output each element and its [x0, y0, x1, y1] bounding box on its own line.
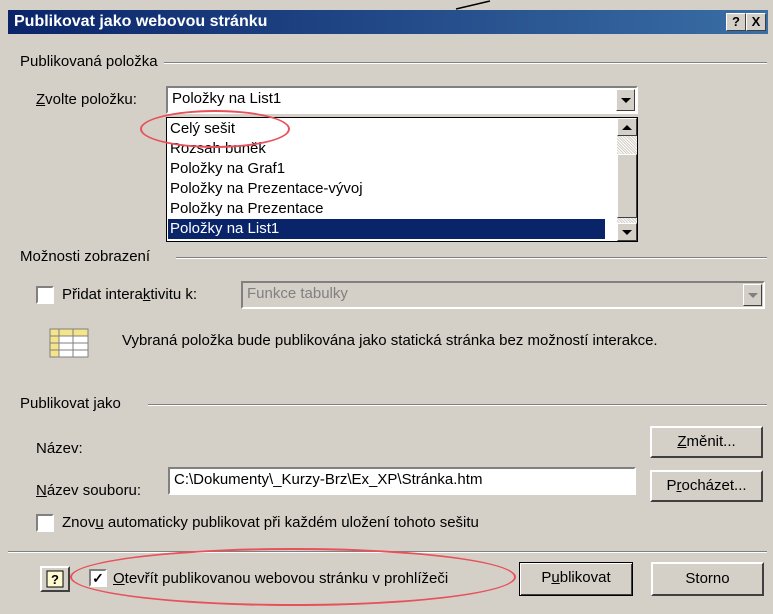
chevron-down-icon [622, 229, 632, 235]
scroll-up-button[interactable] [617, 118, 637, 136]
autorepublish-label: Znovu automaticky publikovat při každém … [62, 514, 479, 531]
filename-input[interactable]: C:\Dokumenty\_Kurzy-Brz\Ex_XP\Stránka.ht… [168, 467, 636, 495]
publish-button[interactable]: Publikovat [519, 562, 633, 596]
title-bar: Publikovat jako webovou stránku ? X [8, 10, 768, 34]
chevron-up-icon [622, 124, 632, 130]
name-label: Název: [36, 440, 83, 457]
svg-text:?: ? [51, 572, 59, 587]
interactivity-label: Přidat interaktivitu k: [62, 286, 198, 303]
help-question-icon: ? [46, 570, 64, 588]
info-text: Vybraná položka bude publikována jako st… [122, 332, 658, 349]
autorepublish-checkbox[interactable] [36, 514, 54, 532]
open-in-browser-checkbox[interactable]: ✓ [89, 569, 107, 587]
change-button[interactable]: Změnit... [650, 426, 763, 458]
dropdown-arrow-button[interactable] [616, 89, 635, 111]
published-item-group-label: Publikovaná položka [20, 53, 164, 70]
interactivity-type-value: Funkce tabulky [247, 285, 348, 302]
close-button[interactable]: X [746, 13, 766, 31]
view-options-group-label: Možnosti zobrazení [20, 248, 157, 265]
scroll-thumb[interactable] [617, 154, 637, 218]
list-item-cell-range[interactable]: Rozsah buněk [170, 139, 266, 159]
pointer-arrow-annotation [455, 0, 491, 10]
group-divider [176, 257, 767, 259]
open-in-browser-label: Otevřít publikovanou webovou stránku v p… [113, 570, 449, 587]
item-dropdown-list[interactable]: Celý sešit Rozsah buněk Položky na Graf1… [166, 117, 638, 242]
filename-label: Název souboru: [36, 482, 142, 499]
list-scrollbar[interactable] [617, 118, 637, 241]
disabled-dropdown-button[interactable] [743, 284, 762, 306]
table-grid-icon [49, 328, 89, 358]
item-combobox-value: Položky na List1 [172, 90, 282, 107]
list-item-whole-workbook[interactable]: Celý sešit [170, 119, 235, 139]
footer-divider [8, 551, 767, 553]
window-title: Publikovat jako webovou stránku [14, 13, 268, 30]
scroll-down-button[interactable] [617, 223, 637, 241]
interactivity-type-select[interactable]: Funkce tabulky [241, 281, 765, 309]
publish-as-group-label: Publikovat jako [20, 395, 127, 412]
interactivity-checkbox[interactable] [36, 286, 54, 304]
list-item-graf1[interactable]: Položky na Graf1 [170, 159, 285, 179]
cancel-button[interactable]: Storno [651, 562, 764, 596]
choose-item-label: Zvolte položku: [36, 91, 137, 108]
browse-button[interactable]: Procházet... [650, 470, 763, 502]
item-combobox[interactable]: Položky na List1 [166, 86, 638, 114]
list-item-prezentace-vyvoj[interactable]: Položky na Prezentace-vývoj [170, 179, 363, 199]
publish-dialog: Publikovat jako webovou stránku ? X Publ… [0, 0, 773, 614]
group-divider [148, 404, 767, 406]
help-button[interactable]: ? [40, 566, 70, 592]
list-item-prezentace[interactable]: Položky na Prezentace [170, 199, 323, 219]
help-title-button[interactable]: ? [726, 13, 746, 31]
list-item-list1-selected[interactable]: Položky na List1 [168, 219, 605, 239]
chevron-down-icon [747, 292, 758, 298]
chevron-down-icon [620, 97, 631, 103]
